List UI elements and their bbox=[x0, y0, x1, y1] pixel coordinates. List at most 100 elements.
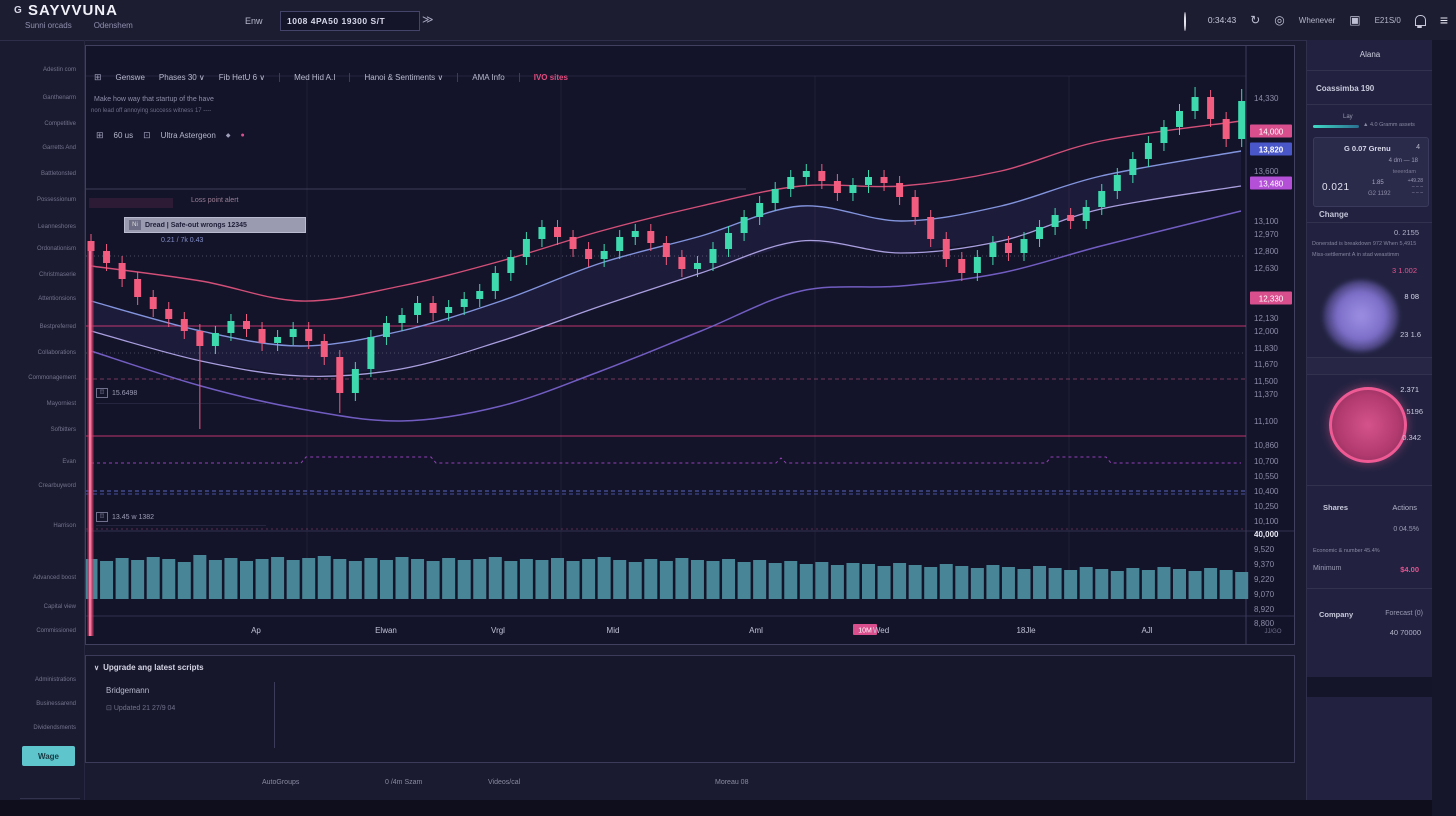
bell-icon[interactable] bbox=[1415, 15, 1426, 26]
grid-icon[interactable]: ⊞ bbox=[94, 72, 102, 83]
card-mid2: G2 1192 bbox=[1368, 191, 1391, 197]
apps-icon[interactable]: ▣ bbox=[1349, 13, 1360, 27]
nav-item-1[interactable]: Sunni orcads bbox=[25, 21, 72, 30]
right-panel-title: Alana bbox=[1307, 50, 1433, 59]
sidebar-item[interactable]: Christmaserie bbox=[39, 272, 76, 278]
sidebar-item[interactable]: Battletonsted bbox=[41, 171, 76, 177]
shares-value: 0 04.5% bbox=[1393, 526, 1419, 533]
svg-text:JJ/GO: JJ/GO bbox=[1264, 629, 1281, 635]
toolbar-item[interactable]: Fib HetU 6 ∨ bbox=[219, 73, 265, 82]
svg-text:10,100: 10,100 bbox=[1254, 517, 1279, 526]
svg-text:12,800: 12,800 bbox=[1254, 247, 1279, 256]
svg-text:9,220: 9,220 bbox=[1254, 575, 1275, 584]
toolbar-item[interactable]: Med Hid A.I bbox=[279, 73, 335, 82]
svg-text:12,630: 12,630 bbox=[1254, 264, 1279, 273]
svg-text:10,860: 10,860 bbox=[1254, 441, 1279, 450]
svg-text:12,130: 12,130 bbox=[1254, 314, 1279, 323]
indicator-icon: ◫ bbox=[96, 388, 108, 398]
section-divider bbox=[1307, 485, 1433, 486]
box-icon: ⊡ bbox=[106, 705, 112, 712]
footer-item[interactable]: Moreau 08 bbox=[715, 779, 748, 786]
candles-layer bbox=[88, 87, 1246, 429]
sidebar-item[interactable]: Dividendsments bbox=[33, 725, 76, 731]
minimum-value: $4.00 bbox=[1400, 565, 1419, 574]
sidebar-item[interactable]: Attentionsions bbox=[38, 296, 76, 302]
sidebar-item[interactable]: Possessionum bbox=[37, 197, 76, 203]
whenever-label[interactable]: Whenever bbox=[1299, 16, 1335, 25]
sidebar-item[interactable]: Ganthenarm bbox=[43, 95, 76, 101]
svg-text:12,000: 12,000 bbox=[1254, 327, 1279, 336]
toolbar-item[interactable]: AMA Info bbox=[457, 73, 504, 82]
toolbar-item[interactable]: Genswe bbox=[116, 73, 145, 82]
toolbar-live-item[interactable]: IVO sites bbox=[519, 73, 568, 82]
sidebar-item[interactable]: Bestpreferred bbox=[40, 324, 76, 330]
indicator-value: 15.6498 bbox=[112, 390, 137, 397]
sidebar-item[interactable]: Mayorniest bbox=[47, 401, 76, 407]
sidebar-item[interactable]: Harrison bbox=[53, 523, 76, 529]
sidebar-item[interactable]: Evan bbox=[62, 459, 76, 465]
footer-item[interactable]: Videos/cal bbox=[488, 779, 520, 786]
drawing-tooltip[interactable]: Ni Dread | Safe-out wrongs 12345 bbox=[124, 217, 306, 233]
summary-card[interactable]: G 0.07 Grenu 4 4 dm — 18 teeerdam 0.021 … bbox=[1313, 137, 1429, 207]
symbol-desc-line1: Make how way that startup of the have bbox=[94, 96, 214, 103]
user-icon[interactable] bbox=[1184, 13, 1194, 27]
sidebar-item[interactable]: Advanced boost bbox=[33, 575, 76, 581]
sidebar-item[interactable]: Leanneshores bbox=[38, 224, 76, 230]
refresh-icon[interactable]: ↻ bbox=[1250, 13, 1260, 27]
sidebar-item[interactable]: Sofbitters bbox=[51, 427, 76, 433]
price-axis[interactable]: 14,33013,60013,10012,97012,80012,63012,1… bbox=[1250, 94, 1292, 628]
indicator-label-1[interactable]: ◫ 15.6498 bbox=[96, 388, 137, 398]
sidebar-item[interactable]: Commissioned bbox=[36, 628, 76, 634]
header-right: 0:34:43 ↻ ◎ Whenever ▣ E21S/0 ≡ bbox=[1184, 0, 1448, 40]
actions-label[interactable]: Actions bbox=[1392, 503, 1417, 512]
volume-spike bbox=[88, 251, 94, 636]
forecast-value: 40 70000 bbox=[1390, 628, 1421, 637]
svg-text:Ap: Ap bbox=[251, 626, 261, 635]
scripts-panel-header[interactable]: ∨Upgrade ang latest scripts bbox=[94, 663, 204, 672]
grid-icon[interactable]: ⊞ bbox=[96, 130, 104, 141]
symbol-search-input[interactable] bbox=[280, 11, 420, 31]
script-name[interactable]: Bridgemann bbox=[106, 686, 149, 695]
sidebar-action-button[interactable]: Wage bbox=[22, 746, 75, 766]
svg-text:13,100: 13,100 bbox=[1254, 217, 1279, 226]
svg-text:11,670: 11,670 bbox=[1254, 360, 1278, 369]
card-badge: 4 bbox=[1416, 144, 1420, 151]
gauge1-value-1: 8 08 bbox=[1404, 292, 1419, 301]
target-icon[interactable]: ◎ bbox=[1274, 13, 1284, 27]
change-label: Change bbox=[1319, 210, 1348, 219]
menu-icon[interactable]: ≡ bbox=[1440, 12, 1448, 28]
sidebar-item[interactable]: Capital view bbox=[44, 604, 76, 610]
panel-divider bbox=[274, 682, 275, 748]
nav-item-2[interactable]: Odenshem bbox=[94, 21, 133, 30]
scripts-panel: ∨Upgrade ang latest scripts Bridgemann ⊡… bbox=[85, 655, 1295, 763]
indicator-label-2[interactable]: ◫ 13.45 w 1382 bbox=[96, 512, 154, 522]
expand-icon[interactable]: ≫ bbox=[422, 13, 434, 26]
symbol-desc-line2: non lead off annoying success witness 17… bbox=[91, 108, 211, 114]
sidebar-item[interactable]: Adestin com bbox=[43, 67, 76, 73]
study-label[interactable]: Ultra Astergeon bbox=[161, 131, 216, 140]
sidebar-item[interactable]: Crearbuyword bbox=[38, 483, 76, 489]
sidebar-item[interactable]: Collaborations bbox=[38, 350, 76, 356]
sidebar-item[interactable]: Competitive bbox=[44, 121, 76, 127]
toolbar-item[interactable]: Phases 30 ∨ bbox=[159, 73, 205, 82]
sidebar-item[interactable]: Ordonationism bbox=[37, 246, 76, 252]
sidebar-item[interactable]: Garretts And bbox=[42, 145, 76, 151]
interval-label[interactable]: 60 us bbox=[114, 131, 134, 140]
price-chart-svg[interactable]: 14,33013,60013,10012,97012,80012,63012,1… bbox=[86, 46, 1294, 644]
footer-item[interactable]: 0 /4m Szam bbox=[385, 779, 422, 786]
sidebar-item[interactable]: Administrations bbox=[35, 677, 76, 683]
svg-text:10,400: 10,400 bbox=[1254, 487, 1279, 496]
forecast-label[interactable]: Forecast (0) bbox=[1385, 610, 1423, 617]
time-axis[interactable]: ApElwanVrglMidAml10MWed18JleAJlJJ/GO bbox=[251, 624, 1282, 635]
collapsed-section[interactable] bbox=[1307, 677, 1433, 697]
legend-note: ▲ 4.0 Gramm assets bbox=[1363, 122, 1415, 128]
svg-text:13,480: 13,480 bbox=[1259, 180, 1284, 189]
tooltip-text: Dread | Safe-out wrongs 12345 bbox=[145, 222, 247, 229]
svg-text:14,000: 14,000 bbox=[1259, 128, 1284, 137]
box-icon[interactable]: ⊡ bbox=[143, 130, 151, 141]
sidebar-item[interactable]: Businessarend bbox=[36, 701, 76, 707]
sidebar-item[interactable]: Commonagement bbox=[28, 375, 76, 381]
toolbar-item[interactable]: Hanoi & Sentiments ∨ bbox=[349, 73, 443, 82]
footer-item[interactable]: AutoGroups bbox=[262, 779, 299, 786]
svg-text:12,330: 12,330 bbox=[1259, 295, 1284, 304]
